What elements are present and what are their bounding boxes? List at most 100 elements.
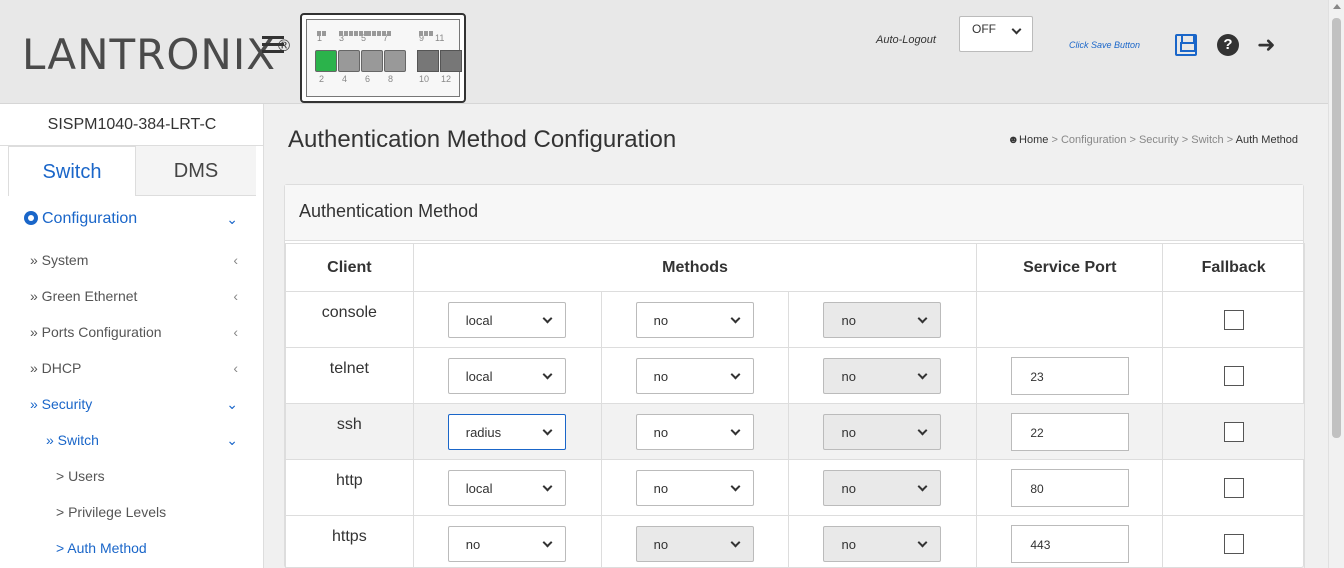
home-icon: ☻: [1007, 134, 1020, 146]
method-3-select[interactable]: no: [823, 469, 942, 506]
method-2-select[interactable]: no: [635, 525, 754, 562]
select-value: no: [841, 368, 856, 384]
table-row: ssh radius no no 22: [285, 403, 1305, 460]
method-3-select[interactable]: no: [823, 525, 942, 562]
service-port-input[interactable]: 22: [1011, 412, 1130, 451]
breadcrumb-separator: >: [1129, 134, 1136, 146]
tab-dms[interactable]: DMS: [136, 146, 256, 196]
auto-logout-select[interactable]: OFF: [959, 16, 1033, 52]
chevron-down-icon: [1011, 24, 1022, 35]
method-1-select[interactable]: local: [447, 469, 566, 506]
help-icon[interactable]: ?: [1217, 34, 1239, 56]
method-2-select[interactable]: no: [635, 413, 754, 450]
method-1-select[interactable]: radius: [447, 413, 566, 450]
sidebar-item-switch[interactable]: » Switch ⌄: [0, 422, 264, 458]
method-3-select[interactable]: no: [823, 357, 942, 394]
sidebar-item-dhcp[interactable]: » DHCP ‹: [0, 350, 264, 386]
port-led: [317, 23, 339, 36]
fallback-checkbox[interactable]: [1223, 421, 1244, 442]
chevron-down-icon: ⌄: [226, 211, 238, 227]
sidebar-item-security[interactable]: » Security ⌄: [0, 386, 264, 422]
device-panel[interactable]: 1 3 5 7 9 11 2 4 6 8 10 12: [300, 13, 466, 103]
breadcrumb-home[interactable]: Home: [1019, 134, 1048, 146]
select-value: local: [465, 312, 493, 328]
select-value: no: [465, 536, 481, 552]
page-scrollbar[interactable]: [1328, 0, 1344, 568]
scrollbar-thumb[interactable]: [1332, 18, 1341, 438]
port-label-11: 11: [435, 33, 445, 43]
service-port-input[interactable]: 23: [1011, 356, 1130, 395]
port-led: [367, 23, 407, 36]
sidebar-item-green-ethernet[interactable]: » Green Ethernet ‹: [0, 278, 264, 314]
tab-switch[interactable]: Switch: [8, 146, 136, 196]
sidebar-item-label: > Privilege Levels: [56, 504, 167, 520]
save-hint: Click Save Button: [1069, 40, 1141, 50]
port-2[interactable]: [315, 50, 337, 72]
select-value: no: [653, 368, 669, 384]
client-name: ssh: [285, 403, 414, 460]
port-8[interactable]: [384, 50, 406, 72]
sidebar-item-users[interactable]: > Users: [0, 458, 264, 494]
port-4[interactable]: [338, 50, 360, 72]
menu-toggle-icon[interactable]: [262, 36, 284, 54]
method-3-select[interactable]: no: [823, 301, 942, 338]
method-1-select[interactable]: local: [447, 357, 566, 394]
select-value: no: [653, 480, 669, 496]
fallback-checkbox[interactable]: [1223, 533, 1244, 554]
chevron-down-icon: [730, 425, 741, 435]
fallback-checkbox[interactable]: [1223, 309, 1244, 330]
port-label-4: 4: [342, 74, 348, 84]
select-value: no: [841, 536, 856, 552]
main-content: Authentication Method Configuration ☻Hom…: [264, 104, 1328, 568]
sfp-port-12[interactable]: [440, 50, 462, 72]
auth-method-panel: Authentication Method Client Methods Ser…: [284, 184, 1305, 568]
client-name: telnet: [285, 347, 414, 404]
save-icon[interactable]: [1175, 34, 1197, 56]
sidebar-item-label: > Users: [56, 468, 105, 484]
chevron-down-icon: [730, 537, 741, 547]
chevron-down-icon: [918, 537, 928, 547]
select-value: no: [841, 480, 856, 496]
breadcrumb-switch[interactable]: Switch: [1191, 134, 1223, 146]
method-2-select[interactable]: no: [635, 301, 754, 338]
select-value: radius: [465, 424, 502, 440]
chevron-left-icon: ‹: [233, 324, 238, 340]
port-6[interactable]: [361, 50, 383, 72]
table-row: console local no no: [285, 291, 1305, 348]
sidebar-item-ports-configuration[interactable]: » Ports Configuration ‹: [0, 314, 264, 350]
sidebar-item-label: Configuration: [42, 210, 138, 227]
table-row: telnet local no no 23: [285, 347, 1305, 404]
port-label-2: 2: [319, 74, 325, 84]
method-2-select[interactable]: no: [635, 469, 754, 506]
method-1-select[interactable]: local: [447, 301, 566, 338]
method-1-select[interactable]: no: [447, 525, 566, 562]
sidebar-item-system[interactable]: » System ‹: [0, 242, 264, 278]
method-3-select[interactable]: no: [823, 413, 942, 450]
sidebar-item-auth-method[interactable]: > Auth Method: [0, 530, 264, 566]
fallback-checkbox[interactable]: [1223, 477, 1244, 498]
chevron-down-icon: [542, 537, 553, 547]
chevron-down-icon: [730, 481, 741, 491]
client-name: http: [285, 459, 414, 516]
sidebar-tabs: Switch DMS: [8, 146, 256, 196]
logout-icon[interactable]: ➜: [1257, 32, 1275, 58]
sidebar-item-label: » Ports Configuration: [30, 324, 162, 340]
sfp-port-10[interactable]: [417, 50, 439, 72]
lantronix-logo[interactable]: LANTRONIX®: [22, 30, 293, 79]
breadcrumb-configuration[interactable]: Configuration: [1061, 134, 1126, 146]
chevron-down-icon: [918, 369, 928, 379]
service-port-input[interactable]: 80: [1011, 468, 1130, 507]
scroll-up-arrow-icon[interactable]: [1333, 4, 1341, 9]
service-port-input[interactable]: 443: [1011, 524, 1130, 563]
sidebar: SISPM1040-384-LRT-C Switch DMS Configura…: [0, 104, 264, 568]
chevron-left-icon: ‹: [233, 360, 238, 376]
fallback-checkbox[interactable]: [1223, 365, 1244, 386]
sidebar-item-configuration[interactable]: Configuration ⌄: [0, 196, 264, 242]
sidebar-item-privilege-levels[interactable]: > Privilege Levels: [0, 494, 264, 530]
breadcrumb-security[interactable]: Security: [1139, 134, 1179, 146]
select-value: no: [841, 312, 856, 328]
table-row: http local no no 80: [285, 459, 1305, 516]
method-2-select[interactable]: no: [635, 357, 754, 394]
client-name: https: [285, 515, 414, 568]
chevron-down-icon: ⌄: [226, 432, 238, 448]
